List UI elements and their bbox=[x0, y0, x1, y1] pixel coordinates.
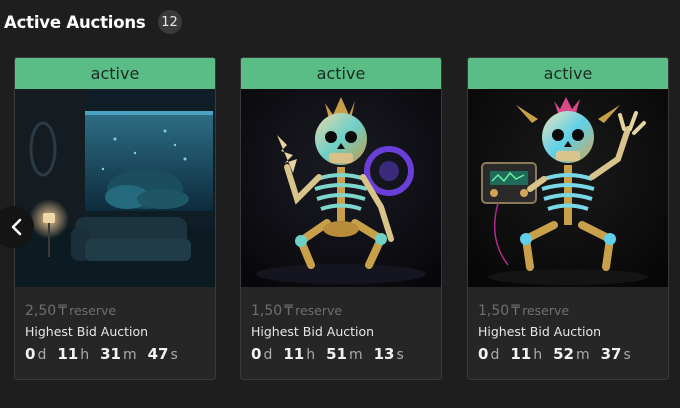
countdown-seconds: 37 bbox=[600, 345, 622, 363]
countdown-timer: 0d 11 h 52 m 37 s bbox=[478, 345, 668, 363]
countdown-timer: 0d 11 h 31 m 47 s bbox=[25, 345, 215, 363]
status-badge: active bbox=[468, 58, 668, 89]
reserve-amount: 1,50 bbox=[251, 303, 283, 319]
reserve-label: reserve bbox=[295, 303, 343, 318]
tenge-sign-icon: ₸ bbox=[511, 303, 521, 319]
countdown-seconds: 47 bbox=[147, 345, 169, 363]
reserve-amount: 2,50 bbox=[25, 303, 57, 319]
reserve-label: reserve bbox=[522, 303, 570, 318]
chevron-left-icon bbox=[11, 218, 22, 236]
neon-skeleton-boombox-image bbox=[468, 89, 668, 287]
section-title: Active Auctions bbox=[4, 12, 146, 32]
unit-days: d bbox=[37, 347, 47, 363]
auction-type: Highest Bid Auction bbox=[478, 324, 602, 339]
countdown-minutes: 52 bbox=[553, 345, 574, 363]
unit-days: d bbox=[490, 347, 500, 363]
unit-seconds: s bbox=[170, 347, 178, 363]
reserve-label: reserve bbox=[69, 303, 117, 318]
unit-hours: h bbox=[306, 347, 316, 363]
status-badge: active bbox=[15, 58, 215, 89]
auction-type: Highest Bid Auction bbox=[25, 324, 149, 339]
auction-card[interactable]: active bbox=[14, 57, 216, 380]
neon-skeleton-sitting-image bbox=[241, 89, 441, 287]
section-header: Active Auctions 12 bbox=[4, 10, 182, 34]
auction-card[interactable]: active bbox=[467, 57, 669, 380]
tenge-sign-icon: ₸ bbox=[58, 303, 68, 319]
unit-seconds: s bbox=[396, 347, 404, 363]
countdown-days: 0 bbox=[25, 345, 36, 363]
countdown-minutes: 51 bbox=[326, 345, 347, 363]
auction-count-badge: 12 bbox=[157, 10, 182, 34]
unit-minutes: m bbox=[122, 347, 137, 363]
auction-card[interactable]: active bbox=[240, 57, 442, 380]
countdown-hours: 11 bbox=[283, 345, 305, 363]
countdown-minutes: 31 bbox=[100, 345, 121, 363]
countdown-days: 0 bbox=[478, 345, 489, 363]
reserve-amount: 1,50 bbox=[478, 303, 510, 319]
unit-hours: h bbox=[80, 347, 90, 363]
aquarium-living-room-image bbox=[15, 89, 215, 287]
unit-minutes: m bbox=[348, 347, 363, 363]
auction-type: Highest Bid Auction bbox=[251, 324, 375, 339]
unit-minutes: m bbox=[575, 347, 590, 363]
countdown-timer: 0d 11 h 51 m 13 s bbox=[251, 345, 441, 363]
unit-seconds: s bbox=[623, 347, 631, 363]
countdown-seconds: 13 bbox=[373, 345, 395, 363]
status-badge: active bbox=[241, 58, 441, 89]
unit-days: d bbox=[263, 347, 273, 363]
countdown-days: 0 bbox=[251, 345, 262, 363]
auction-carousel: active 2,50 ₸ reserve Highest Bid Auctio… bbox=[0, 57, 680, 387]
unit-hours: h bbox=[533, 347, 543, 363]
countdown-hours: 11 bbox=[57, 345, 79, 363]
tenge-sign-icon: ₸ bbox=[284, 303, 294, 319]
countdown-hours: 11 bbox=[510, 345, 532, 363]
